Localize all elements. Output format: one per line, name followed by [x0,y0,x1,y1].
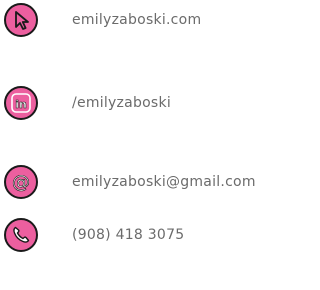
email-contact[interactable]: @ emilyzaboski@gmail.com [4,164,256,200]
at-sign-icon: @ [4,165,38,199]
website-link[interactable]: emilyzaboski.com [72,12,201,28]
website-contact[interactable]: emilyzaboski.com [4,2,201,38]
linkedin-icon-glyph: in [15,98,27,111]
linkedin-icon: in [4,86,38,120]
cursor-pointer-icon [4,3,38,37]
at-sign-glyph: @ [12,172,30,193]
phone-icon [4,218,38,252]
email-link[interactable]: emilyzaboski@gmail.com [72,174,256,190]
linkedin-contact[interactable]: in /emilyzaboski [4,85,171,121]
phone-number[interactable]: (908) 418 3075 [72,227,184,243]
contact-list: emilyzaboski.com in /emilyzaboski @ emil… [0,0,291,290]
phone-contact[interactable]: (908) 418 3075 [4,217,184,253]
linkedin-link[interactable]: /emilyzaboski [72,95,171,111]
